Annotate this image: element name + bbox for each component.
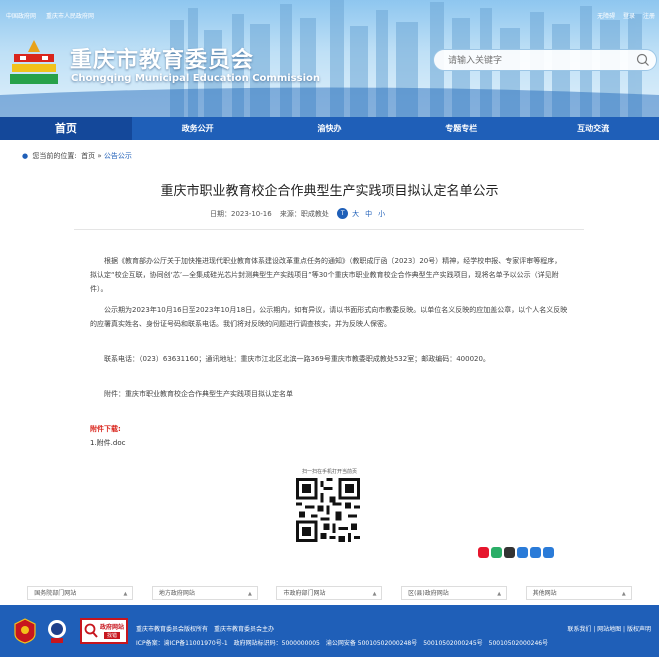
top-links-left: 中国政府网 重庆市人民政府网 xyxy=(6,11,102,20)
search-icon[interactable] xyxy=(636,53,650,67)
article-meta: 日期：2023-10-16 来源：职成教处 T大中小 xyxy=(210,208,391,219)
select-other[interactable]: 其他网站 xyxy=(525,586,632,601)
breadcrumb-current[interactable]: 公告公示 xyxy=(104,152,132,160)
nav-item-home[interactable]: 首页 xyxy=(0,117,132,140)
attachments-heading: 附件下载: xyxy=(90,425,121,433)
select-district[interactable]: 区(县)政府网站 xyxy=(401,586,508,601)
footer-icp: ICP备案：渝ICP备11001970号-1 政府网站标识码：500000000… xyxy=(136,640,549,647)
font-size-icon: T xyxy=(337,208,349,219)
print-icon[interactable] xyxy=(530,547,541,558)
main-nav: 首页 政务公开 渝快办 专题专栏 互动交流 xyxy=(0,117,659,140)
qq-icon[interactable] xyxy=(504,547,515,558)
article-paragraph-2: 公示期为2023年10月16日至2023年10月18日，公示期内，如有异议，请以… xyxy=(90,306,568,328)
link-login[interactable]: 登录 xyxy=(623,13,635,20)
top-links-right: 无障碍 登录 注册 xyxy=(591,11,655,20)
footer-links[interactable]: 联系我们 | 网站地图 | 版权声明 xyxy=(567,624,651,633)
site-title: 重庆市教育委员会 xyxy=(70,48,255,73)
article-date: 日期：2023-10-16 xyxy=(210,209,272,218)
attachment-link[interactable]: 1.附件.doc xyxy=(90,438,125,448)
nav-item-gov-affairs[interactable]: 政务公开 xyxy=(132,117,264,140)
link-gov-cn[interactable]: 中国政府网 xyxy=(6,13,36,20)
font-size-large-button[interactable]: 大 xyxy=(352,210,359,218)
qr-code-icon xyxy=(296,478,360,542)
qr-caption: 扫一扫在手机打开当前页 xyxy=(301,469,357,475)
link-accessibility[interactable]: 无障碍 xyxy=(597,13,615,20)
nav-item-topics[interactable]: 专题专栏 xyxy=(395,117,527,140)
footer-copyright: 重庆市教育委员会版权所有 重庆市教育委员会主办 xyxy=(136,626,275,633)
article-paragraph-4: 附件：重庆市职业教育校企合作典型生产实践项目拟认定名单 xyxy=(104,390,293,398)
party-emblem-icon xyxy=(14,618,36,644)
article-paragraph-3: 联系电话：（023）63631160；通讯地址：重庆市江北区北滨一路369号重庆… xyxy=(104,355,490,363)
email-icon[interactable] xyxy=(517,547,528,558)
font-size-medium-button[interactable]: 中 xyxy=(365,210,372,218)
breadcrumb: ● 您当前的位置: 首页 » 公告公示 xyxy=(22,151,132,161)
weibo-icon[interactable] xyxy=(478,547,489,558)
police-badge-icon xyxy=(48,620,66,643)
link-cq-gov[interactable]: 重庆市人民政府网 xyxy=(46,13,94,20)
header-banner: 中国政府网 重庆市人民政府网 无障碍 登录 注册 重庆市教育委员会 Chongq… xyxy=(0,0,659,117)
location-pin-icon: ● xyxy=(22,152,29,160)
gov-badge-sub: 找错 xyxy=(104,632,121,639)
select-local-gov[interactable]: 地方政府网站 xyxy=(151,586,258,601)
font-size-small-button[interactable]: 小 xyxy=(378,210,385,218)
breadcrumb-home[interactable]: 首页 xyxy=(81,152,95,160)
nav-item-yukuaiban[interactable]: 渝快办 xyxy=(264,117,396,140)
wechat-icon[interactable] xyxy=(491,547,502,558)
commission-logo-icon xyxy=(10,40,58,84)
related-links: 国务院部门网站 地方政府网站 市政府部门网站 区(县)政府网站 其他网站 xyxy=(0,583,659,603)
divider xyxy=(74,229,584,230)
magnifier-icon xyxy=(84,623,98,638)
site-subtitle: Chongqing Municipal Education Commission xyxy=(71,73,320,84)
article-title: 重庆市职业教育校企合作典型生产实践项目拟认定名单公示 xyxy=(160,184,499,199)
nav-item-interaction[interactable]: 互动交流 xyxy=(527,117,659,140)
search-box xyxy=(433,49,657,71)
footer: 政府网站 找错 重庆市教育委员会版权所有 重庆市教育委员会主办 ICP备案：渝I… xyxy=(0,605,659,657)
select-city-dept[interactable]: 市政府部门网站 xyxy=(276,586,383,601)
copy-icon[interactable] xyxy=(543,547,554,558)
search-input[interactable] xyxy=(446,53,630,69)
link-register[interactable]: 注册 xyxy=(643,13,655,20)
breadcrumb-separator: » xyxy=(97,152,102,160)
article-paragraph-1: 根据《教育部办公厅关于加快推进现代职业教育体系建设改革重点任务的通知》（教职成厅… xyxy=(90,257,562,293)
select-state-council[interactable]: 国务院部门网站 xyxy=(27,586,134,601)
share-bar xyxy=(478,547,554,559)
article-source: 来源：职成教处 xyxy=(279,209,329,218)
breadcrumb-prefix: 您当前的位置: xyxy=(32,152,77,160)
gov-badge-text: 政府网站 xyxy=(100,624,125,631)
gov-site-error-badge[interactable]: 政府网站 找错 xyxy=(80,618,128,644)
